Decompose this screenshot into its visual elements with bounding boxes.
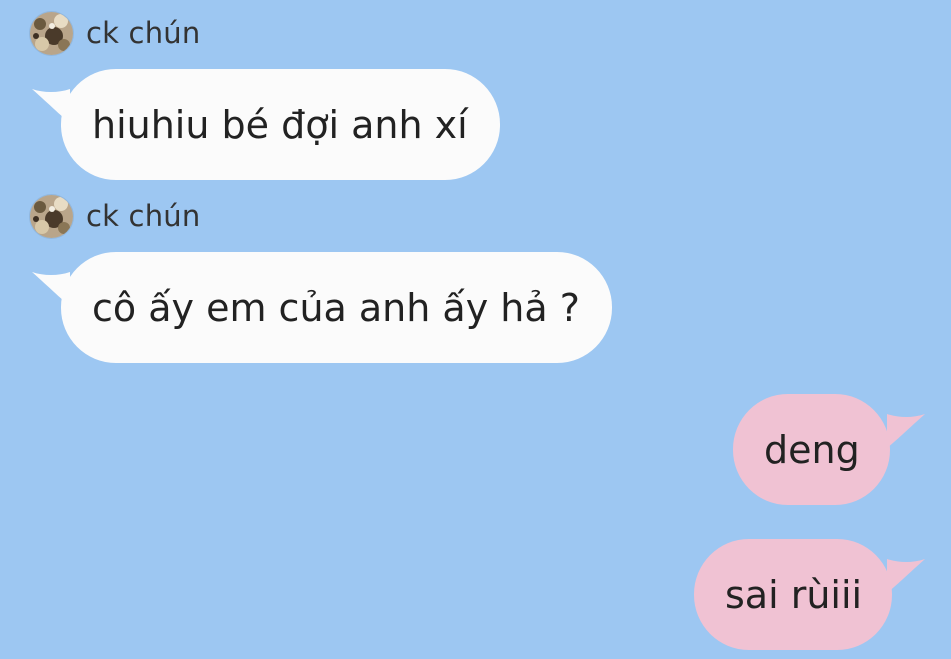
message-sender-row: ck chún bbox=[30, 194, 200, 238]
incoming-message[interactable]: hiuhiu bé đợi anh xí bbox=[30, 69, 510, 180]
message-text: sai rùiii bbox=[694, 539, 893, 650]
sender-name: ck chún bbox=[86, 16, 201, 50]
outgoing-message[interactable]: deng bbox=[733, 394, 929, 505]
message-sender-row: ck chún bbox=[30, 11, 200, 55]
bubble-tail-icon bbox=[887, 414, 925, 448]
sender-avatar-icon[interactable] bbox=[30, 11, 73, 55]
message-text: hiuhiu bé đợi anh xí bbox=[61, 69, 500, 180]
sender-name: ck chún bbox=[86, 199, 201, 233]
outgoing-message[interactable]: sai rùiii bbox=[694, 539, 929, 650]
sender-avatar-icon[interactable] bbox=[30, 194, 73, 238]
message-text: deng bbox=[733, 394, 890, 505]
bubble-tail-icon bbox=[887, 559, 925, 593]
message-text: cô ấy em của anh ấy hả ? bbox=[61, 252, 612, 363]
incoming-message[interactable]: cô ấy em của anh ấy hả ? bbox=[30, 252, 630, 363]
